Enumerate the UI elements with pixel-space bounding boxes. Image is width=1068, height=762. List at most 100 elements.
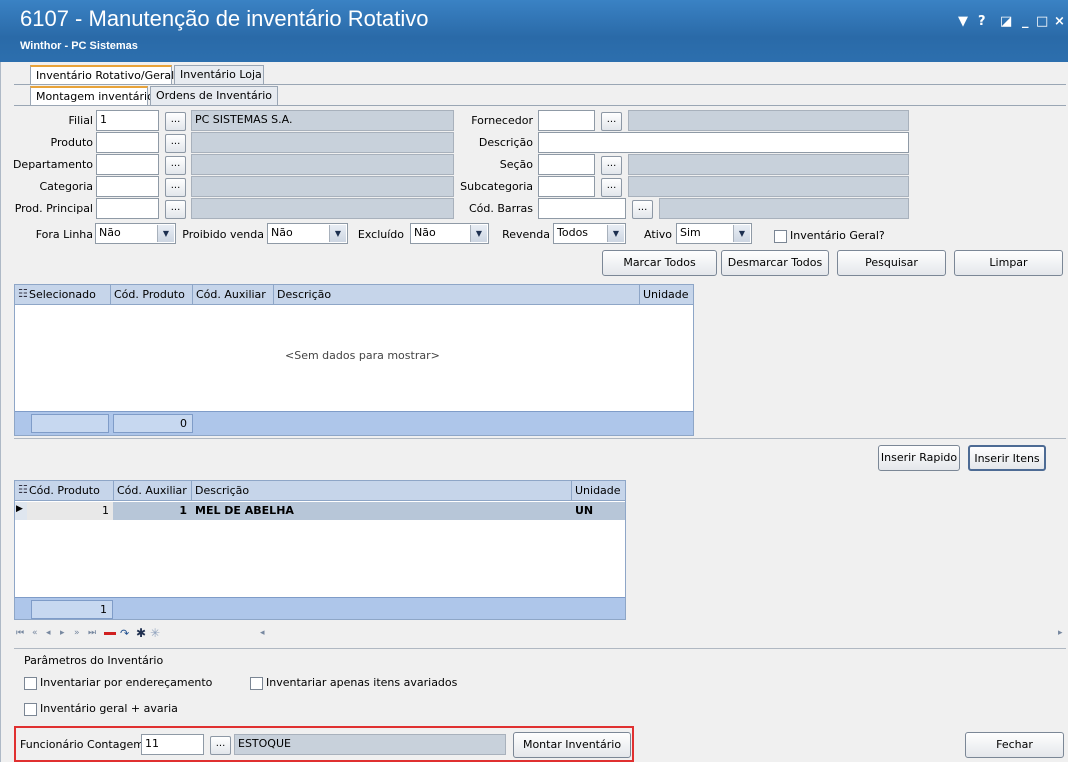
last-record-icon[interactable]: ⏭ [88,628,96,638]
col-cod-auxiliar[interactable]: Cód. Auxiliar [117,484,187,497]
filial-description: PC SISTEMAS S.A. [191,110,454,131]
secao-input[interactable] [538,154,595,175]
por-enderecamento-label: Inventariar por endereçamento [40,676,213,689]
excluido-label: Excluído [357,228,404,241]
delete-record-icon[interactable] [104,632,116,635]
col-cod-auxiliar[interactable]: Cód. Auxiliar [196,288,266,301]
apenas-avariados-checkbox[interactable] [250,677,263,690]
prod-principal-label: Prod. Principal [14,202,93,215]
ativo-select[interactable]: Sim ▼ [676,223,752,244]
departamento-description [191,154,454,175]
cod-barras-lookup-button[interactable]: ... [632,200,653,219]
filial-input[interactable]: 1 [96,110,159,131]
produto-input[interactable] [96,132,159,153]
tab-montagem-inventario[interactable]: Montagem inventário [30,86,154,105]
maximize-icon[interactable]: □ [1036,14,1048,29]
montar-inventario-button[interactable]: Montar Inventário [513,732,631,758]
chevron-down-icon: ▼ [733,225,750,242]
tab-inventario-rotativo[interactable]: Inventário Rotativo/Geral [30,65,174,84]
next-record-icon[interactable]: ▸ [60,628,65,638]
help-icon[interactable]: ? [978,14,986,29]
fora-linha-select[interactable]: Não ▼ [95,223,176,244]
inventario-geral-checkbox[interactable] [774,230,787,243]
proibido-venda-label: Proibido venda [182,228,264,241]
secao-description [628,154,909,175]
tab-inventario-loja[interactable]: Inventário Loja [174,65,264,84]
fornecedor-input[interactable] [538,110,595,131]
col-unidade[interactable]: Unidade [643,288,689,301]
col-descricao[interactable]: Descrição [277,288,331,301]
revenda-value: Todos [557,226,589,239]
prev-record-icon[interactable]: ◂ [46,628,51,638]
col-descricao[interactable]: Descrição [195,484,249,497]
categoria-input[interactable] [96,176,159,197]
params-divider [14,648,1066,649]
first-record-icon[interactable]: ⏮ [16,628,24,638]
categoria-lookup-button[interactable]: ... [165,178,186,197]
scroll-right-icon[interactable]: ▸ [1058,628,1063,638]
products-search-grid[interactable]: ☷ Selecionado Cód. Produto Cód. Auxiliar… [14,284,694,436]
tab-ordens-inventario[interactable]: Ordens de Inventário [150,86,278,105]
desmarcar-todos-button[interactable]: Desmarcar Todos [721,250,829,276]
fora-linha-label: Fora Linha [35,228,93,241]
append-record-icon[interactable]: ✱ [136,626,146,640]
table-row[interactable]: ▶ 1 1 MEL DE ABELHA UN [15,502,625,520]
proibido-venda-select[interactable]: Não ▼ [267,223,348,244]
departamento-lookup-button[interactable]: ... [165,156,186,175]
excluido-value: Não [414,226,436,239]
inserir-rapido-button[interactable]: Inserir Rapido [878,445,960,471]
por-enderecamento-checkbox[interactable] [24,677,37,690]
scroll-left-icon[interactable]: ◂ [260,628,265,638]
pesquisar-button[interactable]: Pesquisar [837,250,946,276]
prev-page-icon[interactable]: « [32,628,38,638]
minimize-icon[interactable]: _ [1022,14,1029,29]
close-icon[interactable]: × [1054,14,1065,29]
col-selecionado[interactable]: Selecionado [29,288,96,301]
subcategoria-lookup-button[interactable]: ... [601,178,622,197]
prod-principal-input[interactable] [96,198,159,219]
fornecedor-label: Fornecedor [471,114,533,127]
col-cod-produto[interactable]: Cód. Produto [29,484,100,497]
subcategoria-description [628,176,909,197]
produto-description [191,132,454,153]
empty-grid-message: <Sem dados para mostrar> [285,349,440,362]
funcionario-lookup-button[interactable]: ... [210,736,231,755]
limpar-button[interactable]: Limpar [954,250,1063,276]
inventory-items-grid[interactable]: ☷ Cód. Produto Cód. Auxiliar Descrição U… [14,480,626,620]
departamento-input[interactable] [96,154,159,175]
prod-principal-lookup-button[interactable]: ... [165,200,186,219]
subcategoria-input[interactable] [538,176,595,197]
geral-avaria-checkbox[interactable] [24,703,37,716]
column-chooser-icon[interactable]: ☷ [18,483,28,496]
fornecedor-lookup-button[interactable]: ... [601,112,622,131]
restore-icon[interactable]: ◪ [1000,14,1012,29]
divider [14,438,1066,439]
menu-icon[interactable]: ▼ [958,14,968,29]
column-chooser-icon[interactable]: ☷ [18,287,28,300]
categoria-description [191,176,454,197]
window-subtitle: Winthor - PC Sistemas [20,40,138,52]
col-cod-produto[interactable]: Cód. Produto [114,288,185,301]
geral-avaria-label: Inventário geral + avaria [40,702,178,715]
insert-record-icon[interactable]: ✳ [150,626,160,640]
chevron-down-icon: ▼ [470,225,487,242]
revenda-select[interactable]: Todos ▼ [553,223,626,244]
marcar-todos-button[interactable]: Marcar Todos [602,250,717,276]
excluido-select[interactable]: Não ▼ [410,223,489,244]
filial-lookup-button[interactable]: ... [165,112,186,131]
departamento-label: Departamento [12,158,93,171]
secao-lookup-button[interactable]: ... [601,156,622,175]
inserir-itens-button[interactable]: Inserir Itens [968,445,1046,471]
col-unidade[interactable]: Unidade [575,484,621,497]
refresh-icon[interactable]: ↷ [120,627,129,640]
fechar-button[interactable]: Fechar [965,732,1064,758]
produto-lookup-button[interactable]: ... [165,134,186,153]
ativo-value: Sim [680,226,701,239]
chevron-down-icon: ▼ [329,225,346,242]
cod-barras-description [659,198,909,219]
title-bar: 6107 - Manutenção de inventário Rotativo… [0,0,1068,62]
cod-barras-input[interactable] [538,198,626,219]
descricao-input[interactable] [538,132,909,153]
next-page-icon[interactable]: » [74,628,80,638]
funcionario-input[interactable]: 11 [141,734,204,755]
